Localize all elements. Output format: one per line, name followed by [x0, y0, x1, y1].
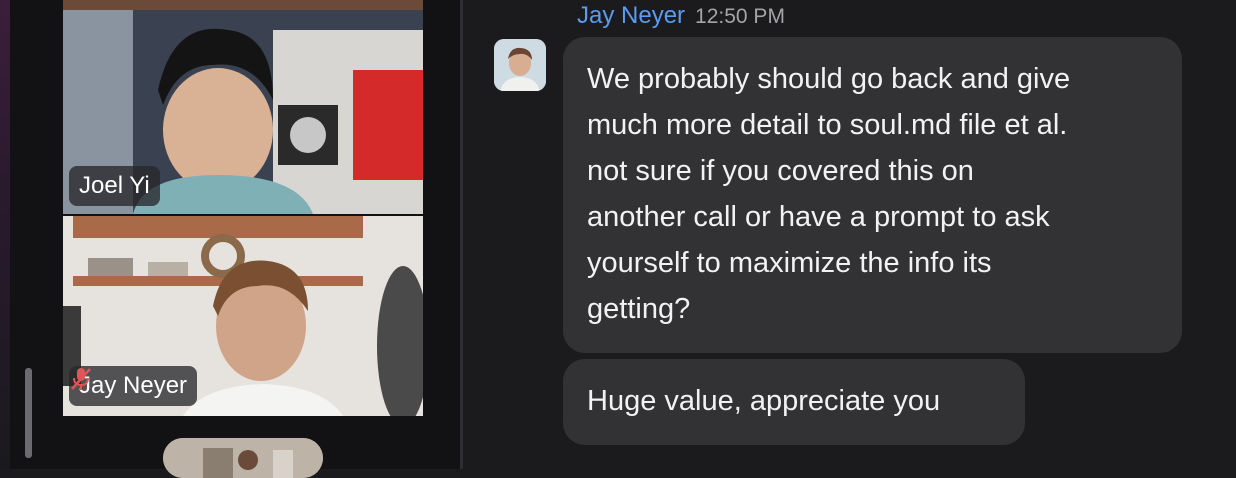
sender-name[interactable]: Jay Neyer [577, 2, 685, 30]
message-line: another call or have a prompt to ask [587, 201, 1050, 233]
message-bubble[interactable]: We probably should go back and give much… [563, 37, 1182, 353]
sender-avatar[interactable] [494, 39, 546, 91]
message-line: much more detail to soul.md file et al. [587, 109, 1068, 141]
microphone-off-icon [71, 368, 91, 390]
video-panel: Joel Yi Jay Neyer [0, 0, 462, 478]
message-line: yourself to maximize the info its [587, 247, 992, 279]
message-line: Huge value, appreciate you [587, 385, 941, 417]
avatar-image [494, 39, 546, 91]
chat-panel: Jay Neyer 12:50 PM We probably should go… [463, 0, 1236, 469]
participant-name: Jay Neyer [79, 372, 188, 399]
message-line: not sure if you covered this on [587, 155, 974, 187]
left-edge-accent [0, 0, 10, 469]
previous-video-tile[interactable] [63, 0, 423, 10]
message-timestamp: 12:50 PM [695, 5, 785, 28]
self-view-frame [163, 438, 323, 478]
self-view-tile[interactable] [163, 438, 323, 478]
participant-name-tag: Joel Yi [69, 166, 160, 206]
participant-name: Joel Yi [79, 172, 150, 199]
message-line: getting? [587, 293, 691, 325]
message-bubble[interactable]: Huge value, appreciate you [563, 359, 1025, 445]
video-tile-jay[interactable]: Jay Neyer [63, 216, 423, 416]
participant-name-tag: Jay Neyer [69, 366, 198, 406]
video-panel-scrollbar[interactable] [25, 368, 32, 458]
video-tile-joel[interactable]: Joel Yi [63, 10, 423, 214]
message-line: We probably should go back and give [587, 63, 1071, 95]
message-header: Jay Neyer 12:50 PM [577, 2, 785, 30]
